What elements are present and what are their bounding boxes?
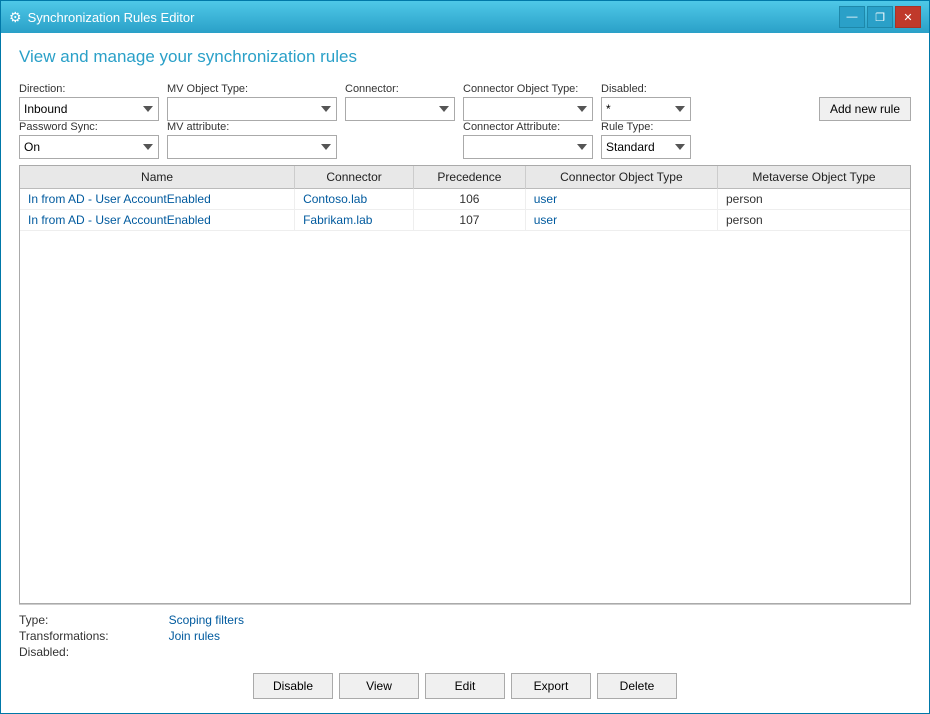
col-connector: Connector xyxy=(295,166,414,189)
bottom-panel: Type: Transformations: Disabled: Scoping… xyxy=(19,604,911,703)
connector-attribute-label: Connector Attribute: xyxy=(463,121,593,133)
view-button[interactable]: View xyxy=(339,673,419,699)
main-window: ⚙ Synchronization Rules Editor — ❐ ✕ Vie… xyxy=(0,0,930,714)
connector-attribute-group: Connector Attribute: xyxy=(463,121,593,159)
connector-object-type-select[interactable] xyxy=(463,97,593,121)
title-bar: ⚙ Synchronization Rules Editor — ❐ ✕ xyxy=(1,1,929,33)
password-sync-select[interactable]: On Off xyxy=(19,135,159,159)
disable-button[interactable]: Disable xyxy=(253,673,333,699)
table-row[interactable]: In from AD - User AccountEnabledFabrikam… xyxy=(20,210,910,231)
table-cell-1: Fabrikam.lab xyxy=(295,210,414,231)
window-title: Synchronization Rules Editor xyxy=(28,10,195,25)
content-area: View and manage your synchronization rul… xyxy=(1,33,929,713)
password-sync-label: Password Sync: xyxy=(19,121,159,133)
table-cell-4: person xyxy=(718,189,911,210)
connector-select[interactable] xyxy=(345,97,455,121)
mv-object-type-select[interactable] xyxy=(167,97,337,121)
table-row[interactable]: In from AD - User AccountEnabledContoso.… xyxy=(20,189,910,210)
rule-type-label: Rule Type: xyxy=(601,121,691,133)
direction-select[interactable]: Inbound Outbound xyxy=(19,97,159,121)
connector-object-type-label: Connector Object Type: xyxy=(463,83,593,95)
close-button[interactable]: ✕ xyxy=(895,6,921,28)
export-button[interactable]: Export xyxy=(511,673,591,699)
table-cell-0: In from AD - User AccountEnabled xyxy=(20,189,295,210)
table-cell-0: In from AD - User AccountEnabled xyxy=(20,210,295,231)
password-sync-group: Password Sync: On Off xyxy=(19,121,159,159)
bottom-right-info: Scoping filters Join rules xyxy=(169,613,244,659)
table-body: In from AD - User AccountEnabledContoso.… xyxy=(20,189,910,231)
disabled-label: Disabled: xyxy=(601,83,691,95)
title-bar-left: ⚙ Synchronization Rules Editor xyxy=(9,9,194,26)
table-cell-3: user xyxy=(525,210,717,231)
add-new-rule-button[interactable]: Add new rule xyxy=(819,97,911,121)
connector-attribute-select[interactable] xyxy=(463,135,593,159)
title-buttons: — ❐ ✕ xyxy=(839,6,921,28)
table-header-row: Name Connector Precedence Connector Obje… xyxy=(20,166,910,189)
connector-label: Connector: xyxy=(345,83,455,95)
table-cell-2: 107 xyxy=(414,210,526,231)
disabled-info: Disabled: xyxy=(19,645,109,659)
app-icon: ⚙ xyxy=(9,9,22,26)
connector-object-type-group: Connector Object Type: xyxy=(463,83,593,121)
filter-row-1: Direction: Inbound Outbound MV Object Ty… xyxy=(19,81,911,121)
action-buttons-bar: Disable View Edit Export Delete xyxy=(19,667,911,703)
restore-button[interactable]: ❐ xyxy=(867,6,893,28)
disabled-select[interactable]: * Yes No xyxy=(601,97,691,121)
mv-object-type-label: MV Object Type: xyxy=(167,83,337,95)
mv-attribute-select[interactable] xyxy=(167,135,337,159)
connector-group: Connector: xyxy=(345,83,455,121)
rules-table-container: Name Connector Precedence Connector Obje… xyxy=(19,165,911,604)
col-connector-object-type: Connector Object Type xyxy=(525,166,717,189)
bottom-left-info: Type: Transformations: Disabled: xyxy=(19,613,109,659)
bottom-info: Type: Transformations: Disabled: Scoping… xyxy=(19,613,911,667)
page-title: View and manage your synchronization rul… xyxy=(19,47,911,67)
mv-attribute-group: MV attribute: xyxy=(167,121,337,159)
rule-type-group: Rule Type: Standard Custom xyxy=(601,121,691,159)
col-precedence: Precedence xyxy=(414,166,526,189)
edit-button[interactable]: Edit xyxy=(425,673,505,699)
rules-table: Name Connector Precedence Connector Obje… xyxy=(20,166,910,231)
direction-label: Direction: xyxy=(19,83,159,95)
join-rules-link[interactable]: Join rules xyxy=(169,629,244,643)
rule-type-select[interactable]: Standard Custom xyxy=(601,135,691,159)
mv-object-type-group: MV Object Type: xyxy=(167,83,337,121)
filters-section: Direction: Inbound Outbound MV Object Ty… xyxy=(19,81,911,159)
mv-attribute-label: MV attribute: xyxy=(167,121,337,133)
disabled-group: Disabled: * Yes No xyxy=(601,83,691,121)
table-cell-4: person xyxy=(718,210,911,231)
table-cell-2: 106 xyxy=(414,189,526,210)
table-cell-3: user xyxy=(525,189,717,210)
delete-button[interactable]: Delete xyxy=(597,673,677,699)
minimize-button[interactable]: — xyxy=(839,6,865,28)
scoping-filters-link[interactable]: Scoping filters xyxy=(169,613,244,627)
type-info: Type: xyxy=(19,613,109,627)
table-cell-1: Contoso.lab xyxy=(295,189,414,210)
filter-row-2: Password Sync: On Off MV attribute: Conn… xyxy=(19,121,911,159)
col-metaverse-object-type: Metaverse Object Type xyxy=(718,166,911,189)
transformations-info: Transformations: xyxy=(19,629,109,643)
direction-group: Direction: Inbound Outbound xyxy=(19,83,159,121)
col-name: Name xyxy=(20,166,295,189)
